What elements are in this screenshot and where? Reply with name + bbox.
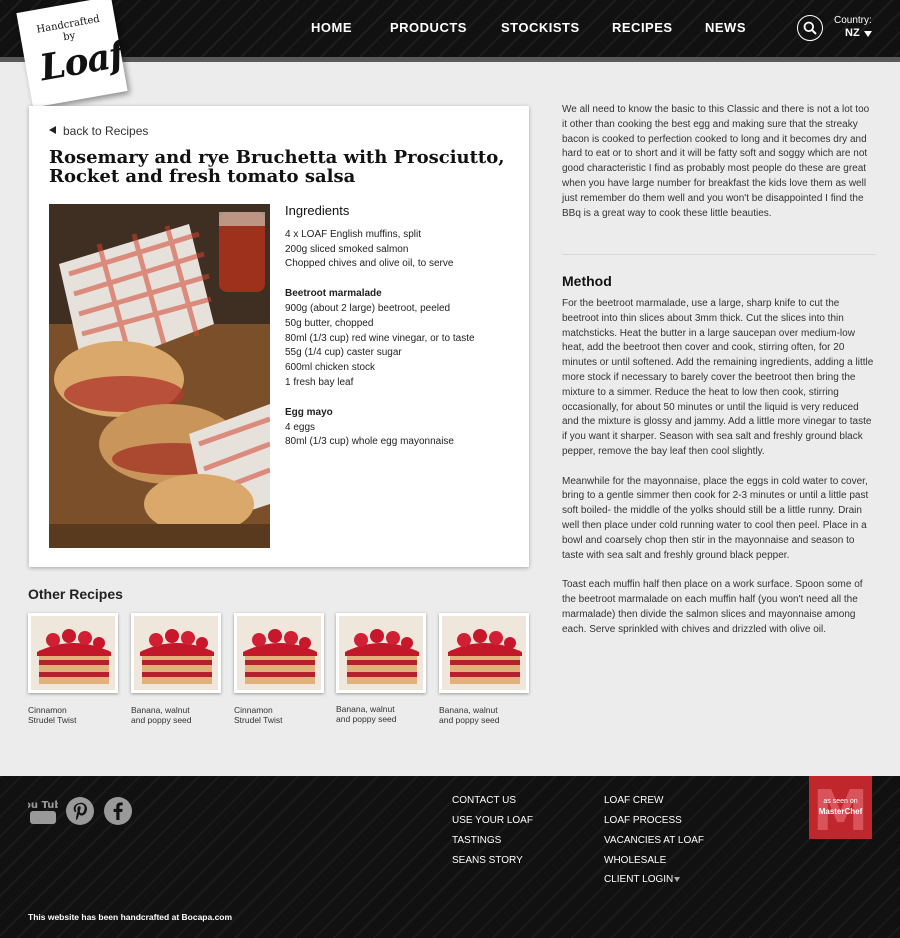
- method-paragraph: Toast each muffin half then place on a w…: [562, 579, 863, 635]
- method-heading: Method: [562, 273, 612, 289]
- cake-image: [134, 616, 218, 690]
- ingredient-item: 4 x LOAF English muffins, split: [285, 228, 421, 240]
- country-label: Country:: [834, 15, 872, 26]
- recipe-title: Rosemary and rye Bruchetta with Prosciut…: [49, 147, 505, 187]
- ingredient-item: 50g butter, chopped: [285, 317, 374, 329]
- footer-link-loaf-crew[interactable]: LOAF CREW: [604, 795, 663, 806]
- ingredient-item: 80ml (1/3 cup) red wine vinegar, or to t…: [285, 332, 475, 344]
- nav-recipes[interactable]: RECIPES: [612, 20, 673, 35]
- youtube-icon[interactable]: You Tube: [17, 796, 69, 826]
- footer-link-client-login[interactable]: CLIENT LOGIN: [604, 874, 673, 885]
- egg-mayo-heading: Egg mayo: [285, 406, 333, 418]
- country-selector[interactable]: NZ: [845, 27, 860, 39]
- chevron-down-icon[interactable]: [864, 31, 872, 37]
- cake-image: [237, 616, 321, 690]
- marmalade-heading: Beetroot marmalade: [285, 288, 382, 300]
- recipe-thumbnail-caption[interactable]: Banana, walnut and poppy seed: [439, 705, 513, 725]
- footer-link-use-your-loaf[interactable]: USE YOUR LOAF: [452, 815, 533, 826]
- nav-stockists[interactable]: STOCKISTS: [501, 20, 580, 35]
- other-recipes-heading: Other Recipes: [28, 586, 123, 602]
- masterchef-seen-text: as seen on: [823, 798, 858, 805]
- ingredient-item: 900g (about 2 large) beetroot, peeled: [285, 302, 451, 314]
- recipe-thumbnail[interactable]: [28, 613, 118, 693]
- search-icon: [803, 21, 817, 35]
- recipe-thumbnail[interactable]: [234, 613, 324, 693]
- recipe-thumbnail-caption[interactable]: Cinnamon Strudel Twist: [28, 705, 94, 725]
- cake-image: [339, 616, 423, 690]
- nav-products[interactable]: PRODUCTS: [390, 20, 467, 35]
- recipe-thumbnail[interactable]: [439, 613, 529, 693]
- recipe-thumbnail-caption[interactable]: Banana, walnut and poppy seed: [336, 704, 410, 724]
- recipe-card: back to Recipes Rosemary and rye Bruchet…: [29, 106, 529, 567]
- footer-link-loaf-process[interactable]: LOAF PROCESS: [604, 815, 682, 826]
- ingredients-list: Ingredients 4 x LOAF English muffins, sp…: [285, 203, 515, 450]
- ingredient-item: 200g sliced smoked salmon: [285, 243, 409, 255]
- recipe-thumbnail[interactable]: [131, 613, 221, 693]
- method-paragraph: Meanwhile for the mayonnaise, place the …: [562, 475, 869, 561]
- method-text: For the beetroot marmalade, use a large,…: [562, 297, 876, 652]
- footer-link-contact-us[interactable]: CONTACT US: [452, 795, 516, 806]
- cake-image: [442, 616, 526, 690]
- ingredient-item: 600ml chicken stock: [285, 362, 376, 374]
- recipe-thumbnail-caption[interactable]: Banana, walnut and poppy seed: [131, 705, 205, 725]
- chevron-down-icon[interactable]: [674, 877, 680, 882]
- nav-news[interactable]: NEWS: [705, 20, 746, 35]
- footer-link-vacancies[interactable]: VACANCIES AT LOAF: [604, 835, 704, 846]
- back-arrow-icon: [49, 126, 56, 134]
- bruschetta-photo-illustration: [49, 204, 270, 548]
- section-divider: [562, 254, 876, 255]
- recipe-intro: We all need to know the basic to this Cl…: [562, 104, 870, 219]
- ingredients-heading: Ingredients: [285, 203, 350, 218]
- recipe-photo: [49, 204, 270, 548]
- recipe-thumbnail-caption[interactable]: Cinnamon Strudel Twist: [234, 705, 300, 725]
- cake-image: [31, 616, 115, 690]
- back-to-recipes-link[interactable]: back to Recipes: [49, 124, 148, 138]
- nav-home[interactable]: HOME: [311, 20, 352, 35]
- search-button[interactable]: [797, 15, 823, 41]
- ingredient-item: 1 fresh bay leaf: [285, 376, 354, 388]
- ingredient-item: Chopped chives and olive oil, to serve: [285, 258, 454, 270]
- masterchef-name: MasterChef: [818, 807, 863, 816]
- logo[interactable]: Handcrafted by Loaf: [16, 0, 128, 108]
- footer-link-tastings[interactable]: TASTINGS: [452, 835, 501, 846]
- footer-link-wholesale[interactable]: WHOLESALE: [604, 855, 666, 866]
- footer-link-seans-story[interactable]: SEANS STORY: [452, 855, 523, 866]
- ingredient-item: 4 eggs: [285, 421, 316, 433]
- pinterest-icon[interactable]: [65, 796, 95, 826]
- header-divider: [0, 57, 900, 62]
- facebook-icon[interactable]: [103, 796, 133, 826]
- recipe-thumbnail[interactable]: [336, 613, 426, 693]
- ingredient-item: 80ml (1/3 cup) whole egg mayonnaise: [285, 436, 454, 448]
- site-credit[interactable]: This website has been handcrafted at Boc…: [28, 912, 232, 922]
- youtube-label: You Tube: [28, 800, 58, 811]
- masterchef-badge[interactable]: M as seen on MasterChef: [809, 776, 872, 839]
- back-link-label: back to Recipes: [63, 124, 149, 138]
- ingredient-item: 55g (1/4 cup) caster sugar: [285, 347, 402, 359]
- method-paragraph: For the beetroot marmalade, use a large,…: [562, 298, 874, 457]
